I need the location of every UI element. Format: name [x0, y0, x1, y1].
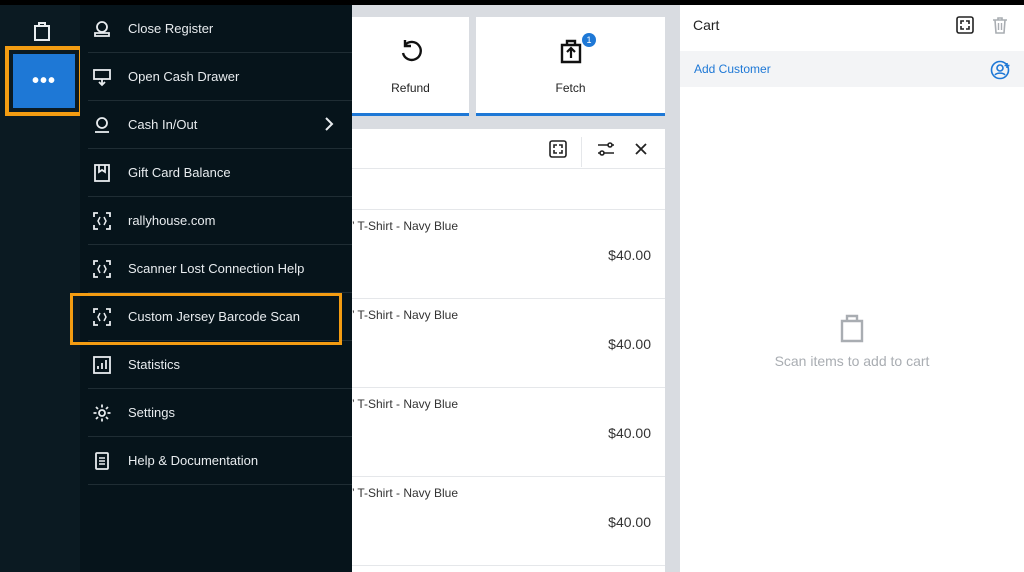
scan-icon — [91, 258, 113, 280]
shopping-bag-icon[interactable] — [30, 19, 54, 43]
product-name: ’ T-Shirt - Navy Blue — [352, 397, 459, 411]
menu-item-close-register[interactable]: Close Register — [88, 5, 352, 53]
menu-item-help-documentation[interactable]: Help & Documentation — [88, 437, 352, 485]
left-rail: ••• — [0, 5, 83, 572]
product-price: $40.00 — [608, 514, 651, 530]
expand-icon[interactable] — [955, 15, 975, 35]
menu-item-label: Open Cash Drawer — [128, 69, 240, 84]
table-row[interactable]: ’ T-Shirt - Navy Blue $40.00 — [352, 388, 665, 477]
refund-label: Refund — [391, 81, 430, 95]
product-name: ’ T-Shirt - Navy Blue — [352, 486, 459, 500]
fetch-bag-icon — [557, 37, 585, 65]
product-price: $40.00 — [608, 336, 651, 352]
menu-item-label: Close Register — [128, 21, 214, 36]
filter-icon[interactable] — [596, 139, 616, 159]
empty-cart-message: Scan items to add to cart — [774, 353, 930, 369]
product-name: ’ T-Shirt - Navy Blue — [352, 308, 459, 322]
table-row[interactable]: ’ T-Shirt - Navy Blue $40.00 — [352, 299, 665, 388]
more-menu-button[interactable]: ••• — [5, 46, 83, 116]
product-price: $40.00 — [608, 425, 651, 441]
cart-title: Cart — [693, 17, 720, 33]
customer-bar: Add Customer — [680, 51, 1024, 87]
add-customer-link[interactable]: Add Customer — [694, 62, 771, 76]
side-menu: Close Register Open Cash Drawer Cash In/… — [80, 5, 352, 572]
refund-icon — [397, 37, 425, 65]
menu-item-label: Cash In/Out — [128, 117, 198, 132]
list-toolbar — [352, 129, 665, 169]
document-icon — [91, 450, 113, 472]
scan-icon — [91, 306, 113, 328]
menu-item-label: rallyhouse.com — [128, 213, 216, 228]
gift-card-icon — [91, 162, 113, 184]
cash-drawer-icon — [91, 66, 113, 88]
menu-item-settings[interactable]: Settings — [88, 389, 352, 437]
menu-item-label: Gift Card Balance — [128, 165, 231, 180]
add-user-icon[interactable] — [990, 59, 1012, 81]
fetch-label: Fetch — [555, 81, 586, 95]
menu-item-cash-in-out[interactable]: Cash In/Out — [88, 101, 352, 149]
menu-item-label: Statistics — [128, 357, 181, 372]
close-icon[interactable] — [631, 139, 651, 159]
cash-inout-icon — [91, 114, 113, 136]
statistics-icon — [91, 354, 113, 376]
register-icon — [91, 18, 113, 40]
menu-item-gift-card-balance[interactable]: Gift Card Balance — [88, 149, 352, 197]
table-row[interactable]: ’ T-Shirt - Navy Blue $40.00 — [352, 477, 665, 566]
expand-icon[interactable] — [548, 139, 568, 159]
menu-item-label: Scanner Lost Connection Help — [128, 261, 305, 276]
fetch-badge: 1 — [582, 33, 596, 47]
ellipsis-icon: ••• — [13, 54, 75, 108]
refund-tile[interactable]: Refund — [352, 17, 469, 116]
panel-gap — [665, 5, 680, 572]
trash-icon[interactable] — [990, 15, 1010, 35]
fetch-tile[interactable]: 1 Fetch — [476, 17, 665, 116]
gear-icon — [91, 402, 113, 424]
cart-panel: Cart Add Customer Scan items to add to c… — [680, 5, 1024, 572]
menu-item-label: Help & Documentation — [128, 453, 259, 468]
menu-item-custom-jersey-scan[interactable]: Custom Jersey Barcode Scan — [88, 293, 352, 341]
product-list-panel: ’ T-Shirt - Navy Blue $40.00 ’ T-Shirt -… — [352, 129, 665, 572]
chevron-right-icon — [322, 115, 336, 133]
empty-bag-icon — [839, 313, 865, 343]
product-price: $40.00 — [608, 247, 651, 263]
scan-icon — [91, 210, 113, 232]
product-name: ’ T-Shirt - Navy Blue — [352, 219, 459, 233]
menu-item-rallyhouse[interactable]: rallyhouse.com — [88, 197, 352, 245]
menu-item-statistics[interactable]: Statistics — [88, 341, 352, 389]
menu-item-scanner-help[interactable]: Scanner Lost Connection Help — [88, 245, 352, 293]
toolbar-divider — [581, 137, 582, 167]
menu-item-open-cash-drawer[interactable]: Open Cash Drawer — [88, 53, 352, 101]
menu-item-label: Custom Jersey Barcode Scan — [128, 309, 300, 324]
table-row[interactable]: ’ T-Shirt - Navy Blue $40.00 — [352, 210, 665, 299]
menu-item-label: Settings — [128, 405, 175, 420]
list-spacer-row — [352, 170, 665, 210]
